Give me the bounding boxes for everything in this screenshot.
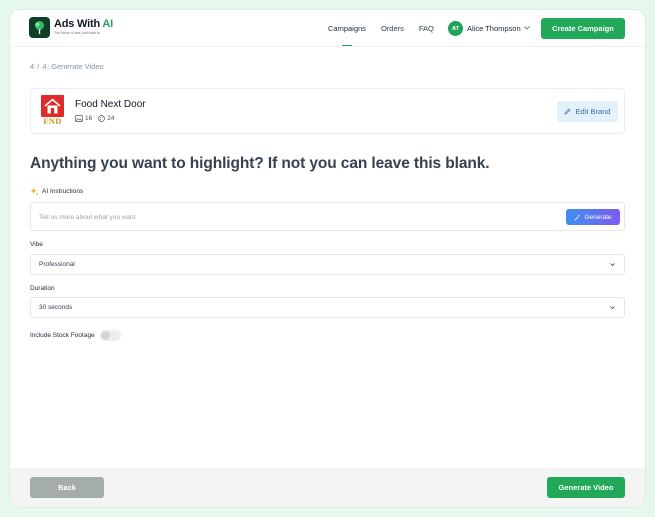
duration-label: Duration [30,285,55,292]
chevron-down-icon [610,306,615,310]
step-title: Generate Video [51,62,104,71]
generate-button-label: Generate [584,213,612,221]
ai-instructions-label: AI Instructions [30,187,83,196]
avatar: AT [448,21,463,36]
chevron-down-icon [610,263,615,267]
tree-logo-icon [29,17,50,38]
edit-brand-button[interactable]: Edit Brand [557,101,618,122]
palette-icon [98,115,106,122]
ai-instructions-label-text: AI Instructions [42,188,84,195]
sparkle-icon [30,187,39,196]
step-counter: 4 / 4 [30,62,48,71]
ai-instructions-input[interactable] [39,211,559,223]
brand-card: FND Food Next Door 16 24 Edit Brand [30,88,625,134]
stock-footage-label: Include Stock Footage [30,332,95,339]
brand-stats: 16 24 [75,115,120,122]
pencil-icon [565,108,571,115]
vibe-value: Professional [39,261,75,268]
user-menu[interactable]: AT Alice Thompson [448,21,530,36]
user-name: Alice Thompson [467,24,521,33]
duration-value: 30 seconds [39,304,73,311]
create-campaign-button[interactable]: Create Campaign [541,18,625,39]
app-logo[interactable]: Ads With AI The future of ads, built wit… [29,17,113,38]
edit-brand-label: Edit Brand [575,107,611,116]
duration-select[interactable]: 30 seconds [30,297,625,318]
brand-assets-stat: 24 [98,115,114,122]
logo-tagline: The future of ads, built with AI [54,31,101,36]
brand-images-count: 16 [85,115,93,122]
magic-wand-icon [574,214,581,220]
ai-instructions-box: Generate [30,202,625,231]
logo-name-prefix: Ads With [54,18,103,31]
brand-logo: FND [41,95,64,127]
logo-name: Ads With AI [54,19,113,30]
page-title: Anything you want to highlight? If not y… [30,155,490,172]
stock-footage-toggle[interactable] [99,330,121,341]
brand-name: Food Next Door [75,99,146,110]
generate-button[interactable]: Generate [566,209,620,225]
vibe-label: Vibe [30,241,43,248]
brand-assets-count: 24 [107,115,115,122]
stock-footage-row: Include Stock Footage [30,330,121,341]
step-indicator: 4 / 4: Generate Video [30,62,104,71]
logo-name-accent: AI [102,18,114,31]
brand-logo-text: FND [43,116,62,126]
image-icon [75,115,83,122]
chevron-down-icon [523,25,530,32]
app-window: Ads With AI The future of ads, built wit… [10,10,645,507]
back-button[interactable]: Back [30,477,104,498]
generate-video-button[interactable]: Generate Video [547,477,625,498]
vibe-select[interactable]: Professional [30,254,625,275]
toggle-knob [100,331,110,340]
brand-images-stat: 16 [75,115,92,122]
nav-faq[interactable]: FAQ [419,10,434,47]
nav-orders[interactable]: Orders [381,10,404,47]
footer-bar: Back Generate Video [10,468,645,507]
main-nav: Campaigns Orders FAQ [328,10,449,47]
nav-campaigns[interactable]: Campaigns [328,10,366,47]
top-header: Ads With AI The future of ads, built wit… [10,10,645,47]
